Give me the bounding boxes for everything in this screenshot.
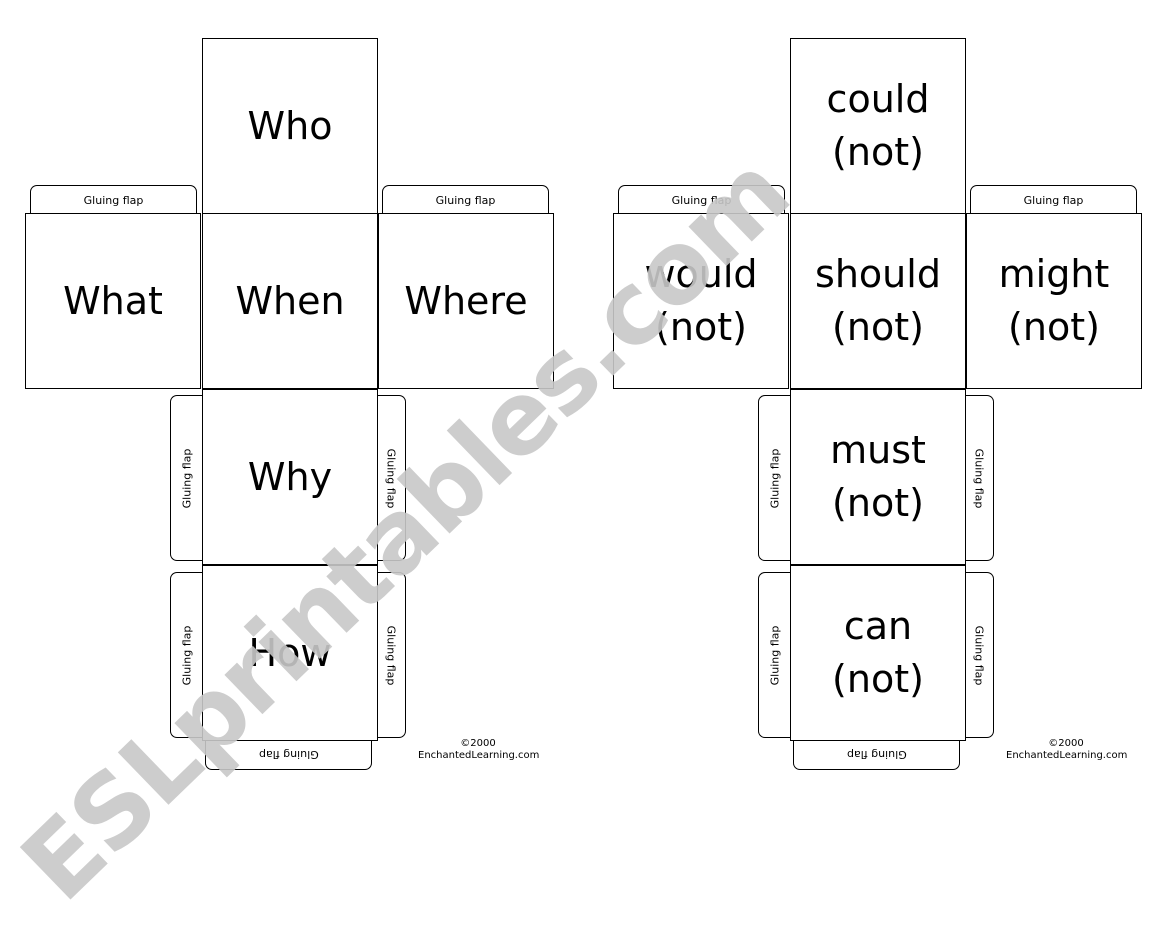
gluing-flap-label: Gluing flap	[1023, 193, 1084, 207]
face-word: (not)	[832, 657, 924, 701]
cube-face-center: should (not)	[790, 213, 966, 389]
face-word: Why	[247, 454, 333, 499]
face-word: Where	[404, 278, 528, 323]
gluing-flap: Gluing flap	[382, 185, 549, 214]
gluing-flap: Gluing flap	[965, 572, 994, 738]
copyright: ©2000 EnchantedLearning.com	[418, 738, 540, 762]
face-word: What	[63, 278, 163, 323]
gluing-flap: Gluing flap	[965, 395, 994, 561]
cube-face-left: What	[25, 213, 201, 389]
cube-face-top: could (not)	[790, 38, 966, 214]
gluing-flap-label: Gluing flap	[83, 193, 144, 207]
cube-face-below1: must (not)	[790, 389, 966, 565]
face-word: could	[826, 77, 930, 121]
gluing-flap: Gluing flap	[970, 185, 1137, 214]
copyright-year: ©2000	[460, 738, 496, 749]
gluing-flap: Gluing flap	[758, 395, 791, 561]
face-word: should	[815, 252, 941, 296]
face-word: must	[830, 428, 926, 472]
cube-face-center: When	[202, 213, 378, 389]
copyright-site: EnchantedLearning.com	[418, 750, 540, 761]
gluing-flap: Gluing flap	[170, 395, 203, 561]
gluing-flap-label: Gluing flap	[384, 625, 398, 685]
face-word: (not)	[1008, 305, 1100, 349]
cube-net-2: Gluing flap Gluing flap Gluing flap Gluing …	[588, 0, 1148, 821]
gluing-flap-label: Gluing flap	[435, 193, 496, 207]
cube-face-below2: can (not)	[790, 565, 966, 741]
copyright: ©2000 EnchantedLearning.com	[1006, 738, 1128, 762]
cube-face-top: Who	[202, 38, 378, 214]
gluing-flap-label: Gluing flap	[768, 625, 782, 685]
face-word: might	[998, 252, 1110, 296]
face-word: Who	[247, 103, 333, 148]
gluing-flap: Gluing flap	[30, 185, 197, 214]
face-word: When	[235, 278, 345, 323]
gluing-flap-label: Gluing flap	[768, 448, 782, 508]
gluing-flap-label: Gluing flap	[258, 748, 319, 761]
gluing-flap: Gluing flap	[758, 572, 791, 738]
gluing-flap: Gluing flap	[793, 740, 960, 770]
gluing-flap-label: Gluing flap	[972, 448, 986, 508]
cube-face-right: might (not)	[966, 213, 1142, 389]
gluing-flap-label: Gluing flap	[846, 748, 907, 761]
gluing-flap-label: Gluing flap	[972, 625, 986, 685]
face-word: (not)	[832, 130, 924, 174]
copyright-site: EnchantedLearning.com	[1006, 750, 1128, 761]
face-word: (not)	[832, 305, 924, 349]
face-word: (not)	[832, 481, 924, 525]
face-word: can	[843, 604, 913, 648]
copyright-year: ©2000	[1048, 738, 1084, 749]
gluing-flap-label: Gluing flap	[180, 448, 194, 508]
